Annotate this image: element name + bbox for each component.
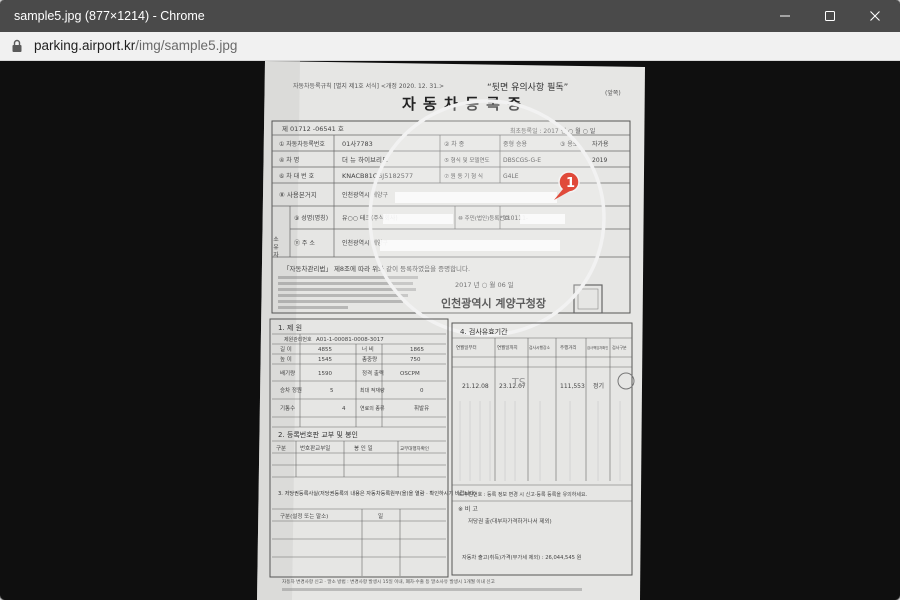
row-value3-1: 2019 (592, 157, 607, 164)
spec-label-5: 배기량 (280, 369, 295, 377)
spec-value-2: 1865 (410, 347, 424, 353)
magnifier-lens (368, 99, 606, 337)
image-viewport[interactable]: 자동차등록규칙 [별지 제1호 서식] <개정 2020. 12. 31.> “… (0, 61, 900, 600)
spec-value-10: 휘발유 (414, 404, 429, 412)
insp-cell-0-0: 21.12.08 (462, 383, 489, 390)
address-bar[interactable]: parking.airport.kr/img/sample5.jpg (0, 32, 900, 61)
section3-title: 3. 저당권등록사실(저당권등록의 내용은 자동차등록원부(을)을 열람 · 확… (278, 489, 476, 497)
owner-label: 소 유 자 (272, 236, 279, 259)
spec-label-10: 연료의 종류 (360, 405, 385, 412)
spec-value-1: 4855 (318, 347, 332, 353)
insp-header-5: 검사구분 (612, 344, 627, 350)
insp-header-3: 주행거리 (560, 344, 577, 351)
row-label-0: ① 자동차등록번호 (279, 140, 325, 148)
minimize-icon (780, 15, 790, 17)
spec-label-3: 높 이 (280, 355, 292, 363)
remarks-text: 저당권 출(대부자가격하거나서 제외) (468, 517, 552, 525)
url-path: /img/sample5.jpg (135, 38, 238, 53)
close-button[interactable] (852, 0, 898, 32)
row-value-1: 더 뉴 하이브리드 (342, 155, 388, 164)
spec-value-7: 5 (330, 388, 334, 394)
spec-label-9: 기통수 (280, 404, 295, 412)
remarks-label: ※ 비 고 (458, 505, 478, 513)
insp-header-2: 검사시행장소 (529, 345, 550, 350)
spec-value-9: 4 (342, 406, 346, 412)
address-label: ⑪ 주 소 (294, 239, 315, 247)
insp-header-1: 연월일까지 (497, 344, 518, 351)
title-bar[interactable]: sample5.jpg (877×1214) - Chrome (0, 0, 900, 32)
plate-header-3: 교부대행자확인 (400, 445, 429, 452)
spec-value-5: 1590 (318, 371, 332, 377)
row-label-3: ⑧ 사용본거지 (279, 190, 317, 199)
side-mark: (앞쪽) (605, 89, 621, 97)
footer-note: 자동차 변경사항 신고 · 말소 방법 : 변경사항 발생시 15일 이내, 폐… (282, 578, 495, 585)
header-note: 자동차등록규칙 [별지 제1호 서식] <개정 2020. 12. 31.> (293, 82, 444, 90)
insp-header-0: 연월일부터 (456, 344, 477, 351)
spec-label-2: 너 비 (362, 345, 374, 353)
insp-header-4: 검사책임자확인 (587, 345, 608, 350)
plate-header-1: 번호판교부일 (300, 444, 330, 452)
insp-cell-0-4: 정기 (593, 382, 604, 390)
spec-label-4: 총중량 (362, 355, 377, 363)
footer-small-print (282, 588, 582, 591)
close-icon (870, 11, 880, 21)
spec-value-4: 750 (410, 357, 421, 363)
spec-label-6: 정격 출력 (362, 369, 384, 377)
spec-value-0: A01-1-00081-0008-3017 (316, 337, 384, 343)
price-text: 자동차 출고(취득)가격(부가세 제외) : 26,044,545 원 (462, 553, 582, 561)
row-label-2: ⑥ 차 대 번 호 (279, 172, 315, 180)
url-host: parking.airport.kr (34, 38, 136, 53)
registration-document-image: 자동차등록규칙 [별지 제1호 서식] <개정 2020. 12. 31.> “… (257, 61, 645, 600)
insp-cell-0-3: 111,553 (560, 383, 585, 390)
lien-header-0: 구분(설정 또는 말소) (280, 512, 328, 520)
spec-label-1: 길 이 (280, 345, 292, 353)
notice-text: ※ 주민번호 : 등록 정보 변경 시 신고·등록 등록을 유의하세요. (458, 491, 588, 498)
row-value-0: 01사7783 (342, 139, 373, 148)
insp-cell-0-2: TS (511, 376, 526, 389)
annotation-number: 1 (566, 176, 575, 191)
lock-icon (12, 39, 22, 52)
url-text[interactable]: parking.airport.kr/img/sample5.jpg (34, 32, 237, 60)
row-label-1: ④ 차 명 (279, 156, 299, 164)
maximize-button[interactable] (807, 0, 853, 32)
window-title: sample5.jpg (877×1214) - Chrome (14, 9, 205, 23)
spec-label-0: 제원관리번호 (284, 336, 312, 343)
minimize-button[interactable] (762, 0, 808, 32)
spec-value-3: 1545 (318, 357, 332, 363)
spec-label-7: 승차 정원 (280, 386, 302, 394)
row-value3-0: 자가용 (592, 140, 609, 148)
name-label: ⑨ 성명(명칭) (294, 214, 328, 222)
section2-title: 2. 등록번호판 교부 및 봉인 (278, 430, 358, 439)
spec-value-8: 0 (420, 388, 424, 394)
spec-label-8: 최대 적재량 (360, 387, 385, 394)
lien-header-1: 일 (378, 512, 383, 520)
maximize-icon (825, 11, 835, 21)
section4-title: 4. 검사유효기간 (460, 327, 508, 336)
spec-value-6: OSCPM (400, 371, 420, 377)
plate-header-2: 봉 인 일 (354, 444, 373, 452)
header-warning: “뒷면 유의사항 필독” (487, 81, 568, 93)
plate-header-0: 구분 (276, 445, 286, 452)
browser-window: sample5.jpg (877×1214) - Chrome parking.… (0, 0, 900, 600)
doc-number: 제 01712 -06541 호 (282, 125, 344, 133)
section1-title: 1. 제 원 (278, 323, 302, 332)
